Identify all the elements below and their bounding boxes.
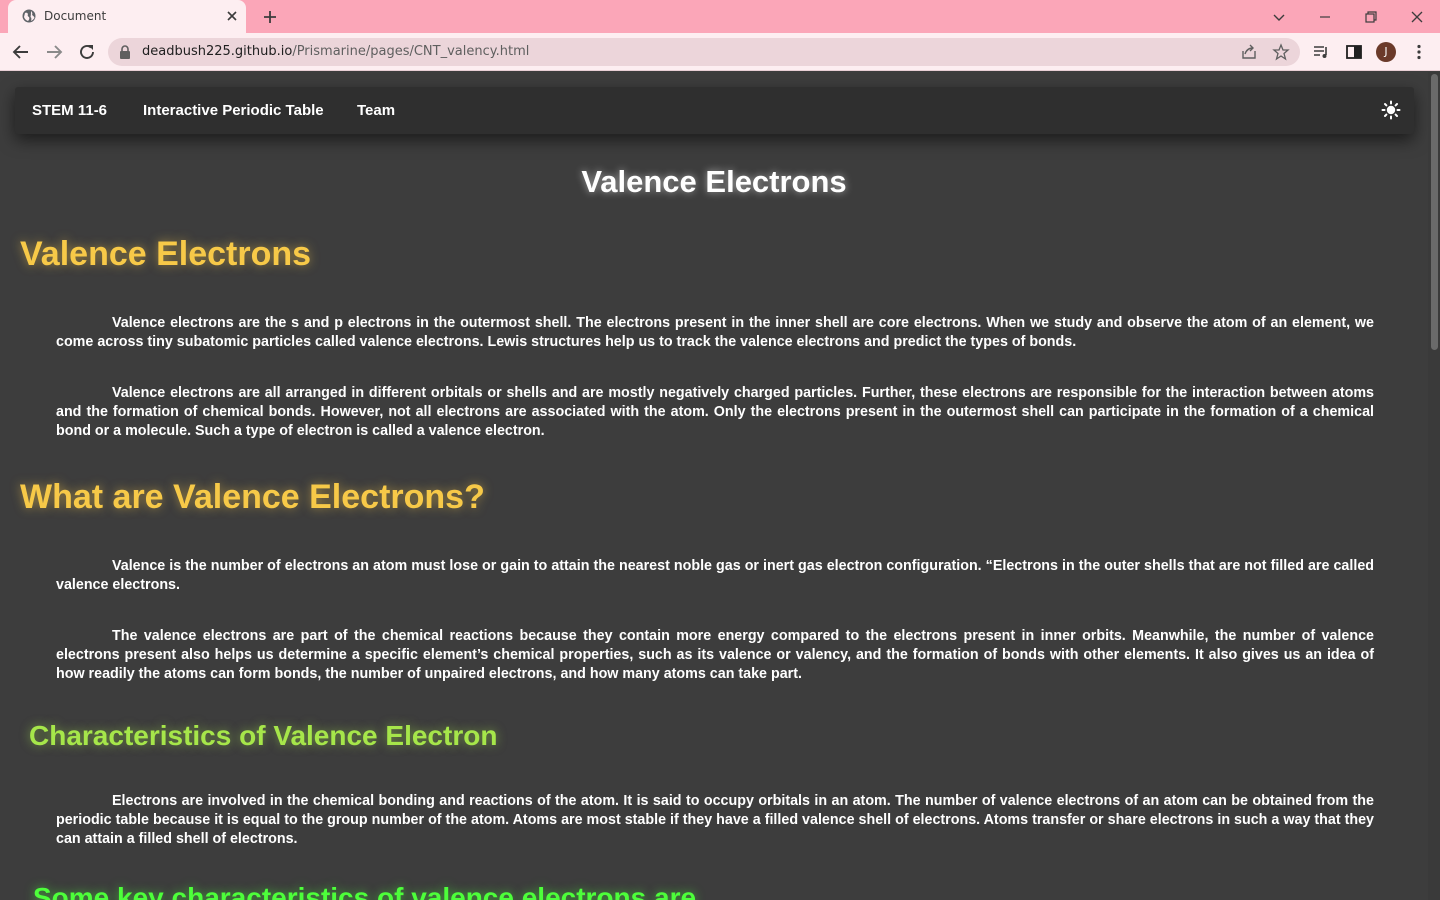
globe-icon: [22, 9, 36, 23]
section-heading: Valence Electrons: [20, 235, 312, 273]
star-icon[interactable]: [1272, 43, 1290, 61]
media-icon[interactable]: [1312, 43, 1330, 61]
reload-icon[interactable]: [76, 41, 98, 63]
section-heading: What are Valence Electrons?: [20, 478, 485, 516]
browser-toolbar: deadbush225.github.io/Prismarine/pages/C…: [0, 33, 1440, 71]
paragraph: Electrons are involved in the chemical b…: [56, 793, 1374, 847]
paragraph: Valence is the number of electrons an at…: [56, 558, 1374, 593]
tab-strip: Document: [0, 0, 1440, 33]
paragraph: Valence electrons are the s and p electr…: [56, 315, 1374, 350]
scrollbar-thumb[interactable]: [1431, 74, 1438, 350]
sun-icon[interactable]: [1381, 100, 1401, 120]
nav-link-stem[interactable]: STEM 11-6: [32, 102, 107, 119]
address-bar[interactable]: deadbush225.github.io/Prismarine/pages/C…: [108, 38, 1300, 66]
plus-icon[interactable]: [261, 8, 279, 26]
chevron-down-icon[interactable]: [1268, 6, 1290, 28]
lock-icon[interactable]: [119, 45, 131, 59]
subsection-heading: Some key characteristics of valence elec…: [33, 882, 697, 900]
close-icon[interactable]: [224, 8, 240, 24]
site-navbar: STEM 11-6 Interactive Periodic Table Tea…: [15, 87, 1414, 134]
paragraph: Valence electrons are all arranged in di…: [56, 385, 1374, 439]
share-icon[interactable]: [1240, 43, 1258, 61]
forward-arrow-icon[interactable]: [43, 41, 65, 63]
page-viewport: STEM 11-6 Interactive Periodic Table Tea…: [0, 72, 1428, 900]
restore-icon[interactable]: [1360, 6, 1382, 28]
paragraph: The valence electrons are part of the ch…: [56, 628, 1374, 682]
avatar[interactable]: J: [1376, 42, 1396, 62]
close-window-icon[interactable]: [1406, 6, 1428, 28]
url-text[interactable]: deadbush225.github.io/Prismarine/pages/C…: [142, 44, 529, 59]
tab-title: Document: [44, 9, 107, 23]
minimize-icon[interactable]: [1314, 6, 1336, 28]
back-arrow-icon[interactable]: [10, 41, 32, 63]
sidepanel-icon[interactable]: [1345, 43, 1363, 61]
nav-link-team[interactable]: Team: [357, 102, 395, 119]
kebab-menu-icon[interactable]: [1410, 43, 1428, 61]
page-scrollbar[interactable]: [1428, 72, 1440, 900]
nav-link-periodic-table[interactable]: Interactive Periodic Table: [143, 102, 324, 119]
subsection-heading: Characteristics of Valence Electron: [29, 720, 498, 751]
active-tab[interactable]: Document: [8, 0, 246, 33]
page-title: Valence Electrons: [581, 164, 847, 199]
